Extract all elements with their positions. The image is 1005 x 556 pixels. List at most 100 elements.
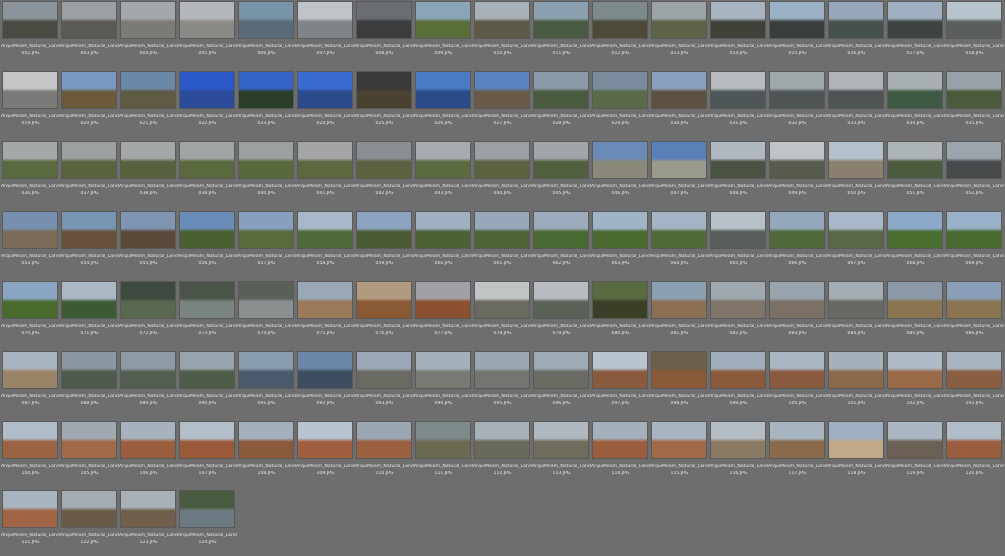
thumbnail-image[interactable]	[710, 211, 766, 249]
thumbnail-image[interactable]	[592, 281, 648, 319]
thumbnail-image[interactable]	[415, 281, 471, 319]
thumbnail-image[interactable]	[946, 351, 1002, 389]
thumbnail-item[interactable]: ArquiMeam_Natural_Landscapes_ 098.JPG	[650, 351, 709, 417]
thumbnail-item[interactable]: ArquiMeam_Natural_Landscapes_ 075.JPG	[296, 281, 355, 347]
thumbnail-item[interactable]: ArquiMeam_Natural_Landscapes_ 027.JPG	[473, 71, 532, 137]
thumbnail-image[interactable]	[356, 211, 412, 249]
thumbnail-item[interactable]: ArquiMeam_Natural_Landscapes_ 087.JPG	[1, 351, 60, 417]
thumbnail-image[interactable]	[946, 421, 1002, 459]
thumbnail-item[interactable]: ArquiMeam_Natural_Landscapes_ 006.JPG	[237, 1, 296, 67]
thumbnail-image[interactable]	[710, 141, 766, 179]
thumbnail-image[interactable]	[710, 281, 766, 319]
thumbnail-image[interactable]	[710, 351, 766, 389]
thumbnail-image[interactable]	[297, 421, 353, 459]
thumbnail-item[interactable]: ArquiMeam_Natural_Landscapes_ 048.JPG	[709, 141, 768, 207]
thumbnail-item[interactable]: ArquiMeam_Natural_Landscapes_ 113.JPG	[532, 421, 591, 487]
thumbnail-item[interactable]: ArquiMeam_Natural_Landscapes_ 044.JPG	[473, 141, 532, 207]
thumbnail-image[interactable]	[61, 490, 117, 528]
thumbnail-image[interactable]	[120, 211, 176, 249]
thumbnail-image[interactable]	[179, 1, 235, 39]
thumbnail-item[interactable]: ArquiMeam_Natural_Landscapes_ 038.JPG	[119, 141, 178, 207]
thumbnail-image[interactable]	[592, 351, 648, 389]
thumbnail-item[interactable]: ArquiMeam_Natural_Landscapes_ 013.JPG	[650, 1, 709, 67]
thumbnail-item[interactable]: ArquiMeam_Natural_Landscapes_ 036.JPG	[1, 141, 60, 207]
thumbnail-image[interactable]	[474, 351, 530, 389]
thumbnail-image[interactable]	[533, 141, 589, 179]
thumbnail-item[interactable]: ArquiMeam_Natural_Landscapes_ 063.JPG	[591, 211, 650, 277]
thumbnail-item[interactable]: ArquiMeam_Natural_Landscapes_ 059.JPG	[355, 211, 414, 277]
thumbnail-image[interactable]	[297, 71, 353, 109]
thumbnail-image[interactable]	[179, 421, 235, 459]
thumbnail-image[interactable]	[61, 351, 117, 389]
thumbnail-image[interactable]	[592, 1, 648, 39]
thumbnail-image[interactable]	[356, 351, 412, 389]
thumbnail-item[interactable]: ArquiMeam_Natural_Landscapes_ 108.JPG	[237, 421, 296, 487]
thumbnail-image[interactable]	[651, 71, 707, 109]
thumbnail-item[interactable]: ArquiMeam_Natural_Landscapes_ 065.JPG	[709, 211, 768, 277]
thumbnail-image[interactable]	[769, 71, 825, 109]
thumbnail-item[interactable]: ArquiMeam_Natural_Landscapes_ 072.JPG	[119, 281, 178, 347]
thumbnail-item[interactable]: ArquiMeam_Natural_Landscapes_ 022.JPG	[178, 71, 237, 137]
thumbnail-item[interactable]: ArquiMeam_Natural_Landscapes_ 091.JPG	[237, 351, 296, 417]
thumbnail-image[interactable]	[533, 421, 589, 459]
thumbnail-item[interactable]: ArquiMeam_Natural_Landscapes_ 073.JPG	[178, 281, 237, 347]
thumbnail-item[interactable]: ArquiMeam_Natural_Landscapes_ 122.JPG	[60, 490, 119, 556]
thumbnail-image[interactable]	[61, 421, 117, 459]
thumbnail-item[interactable]: ArquiMeam_Natural_Landscapes_ 054.JPG	[60, 211, 119, 277]
thumbnail-item[interactable]: ArquiMeam_Natural_Landscapes_ 019.JPG	[1, 71, 60, 137]
thumbnail-image[interactable]	[828, 71, 884, 109]
thumbnail-image[interactable]	[769, 141, 825, 179]
thumbnail-image[interactable]	[474, 281, 530, 319]
thumbnail-image[interactable]	[651, 211, 707, 249]
thumbnail-item[interactable]: ArquiMeam_Natural_Landscapes_ 109.JPG	[296, 421, 355, 487]
thumbnail-image[interactable]	[710, 421, 766, 459]
thumbnail-item[interactable]: ArquiMeam_Natural_Landscapes_ 056.JPG	[178, 211, 237, 277]
thumbnail-item[interactable]: ArquiMeam_Natural_Landscapes_ 102.JPG	[886, 351, 945, 417]
thumbnail-image[interactable]	[356, 421, 412, 459]
thumbnail-image[interactable]	[474, 141, 530, 179]
thumbnail-image[interactable]	[533, 71, 589, 109]
thumbnail-image[interactable]	[61, 281, 117, 319]
thumbnail-image[interactable]	[946, 211, 1002, 249]
thumbnail-item[interactable]: ArquiMeam_Natural_Landscapes_ 085.JPG	[886, 281, 945, 347]
thumbnail-image[interactable]	[2, 141, 58, 179]
thumbnail-item[interactable]: ArquiMeam_Natural_Landscapes_ 041.JPG	[296, 141, 355, 207]
thumbnail-image[interactable]	[769, 211, 825, 249]
thumbnail-item[interactable]: ArquiMeam_Natural_Landscapes_ 035.JPG	[945, 71, 1004, 137]
thumbnail-item[interactable]: ArquiMeam_Natural_Landscapes_ 018.JPG	[945, 1, 1004, 67]
thumbnail-item[interactable]: ArquiMeam_Natural_Landscapes_ 110.JPG	[355, 421, 414, 487]
thumbnail-item[interactable]: ArquiMeam_Natural_Landscapes_ 061.JPG	[473, 211, 532, 277]
thumbnail-image[interactable]	[769, 351, 825, 389]
thumbnail-item[interactable]: ArquiMeam_Natural_Landscapes_ 031.JPG	[709, 71, 768, 137]
thumbnail-image[interactable]	[887, 421, 943, 459]
thumbnail-item[interactable]: ArquiMeam_Natural_Landscapes_ 043.JPG	[414, 141, 473, 207]
thumbnail-item[interactable]: ArquiMeam_Natural_Landscapes_ 078.JPG	[473, 281, 532, 347]
thumbnail-item[interactable]: ArquiMeam_Natural_Landscapes_ 069.JPG	[945, 211, 1004, 277]
thumbnail-item[interactable]: ArquiMeam_Natural_Landscapes_ 042.JPG	[355, 141, 414, 207]
thumbnail-image[interactable]	[592, 141, 648, 179]
thumbnail-image[interactable]	[710, 71, 766, 109]
thumbnail-image[interactable]	[415, 1, 471, 39]
thumbnail-item[interactable]: ArquiMeam_Natural_Landscapes_ 071.JPG	[60, 281, 119, 347]
thumbnail-image[interactable]	[592, 421, 648, 459]
thumbnail-item[interactable]: ArquiMeam_Natural_Landscapes_ 062.JPG	[532, 211, 591, 277]
thumbnail-image[interactable]	[356, 71, 412, 109]
thumbnail-image[interactable]	[592, 211, 648, 249]
thumbnail-item[interactable]: ArquiMeam_Natural_Landscapes_ 028.JPG	[532, 71, 591, 137]
thumbnail-item[interactable]: ArquiMeam_Natural_Landscapes_ 076.JPG	[355, 281, 414, 347]
thumbnail-image[interactable]	[120, 351, 176, 389]
thumbnail-item[interactable]: ArquiMeam_Natural_Landscapes_ 119.JPG	[886, 421, 945, 487]
thumbnail-item[interactable]: ArquiMeam_Natural_Landscapes_ 117.JPG	[768, 421, 827, 487]
thumbnail-image[interactable]	[828, 281, 884, 319]
thumbnail-item[interactable]: ArquiMeam_Natural_Landscapes_ 047.JPG	[650, 141, 709, 207]
thumbnail-item[interactable]: ArquiMeam_Natural_Landscapes_ 120.JPG	[945, 421, 1004, 487]
thumbnail-item[interactable]: ArquiMeam_Natural_Landscapes_ 121.JPG	[1, 490, 60, 556]
thumbnail-image[interactable]	[887, 281, 943, 319]
thumbnail-item[interactable]: ArquiMeam_Natural_Landscapes_ 009.JPG	[414, 1, 473, 67]
thumbnail-item[interactable]: ArquiMeam_Natural_Landscapes_ 064.JPG	[650, 211, 709, 277]
thumbnail-image[interactable]	[651, 1, 707, 39]
thumbnail-item[interactable]: ArquiMeam_Natural_Landscapes_ 005.JPG	[178, 1, 237, 67]
thumbnail-item[interactable]: ArquiMeam_Natural_Landscapes_ 097.JPG	[591, 351, 650, 417]
thumbnail-item[interactable]: ArquiMeam_Natural_Landscapes_ 088.JPG	[60, 351, 119, 417]
thumbnail-item[interactable]: ArquiMeam_Natural_Landscapes_ 101.JPG	[827, 351, 886, 417]
